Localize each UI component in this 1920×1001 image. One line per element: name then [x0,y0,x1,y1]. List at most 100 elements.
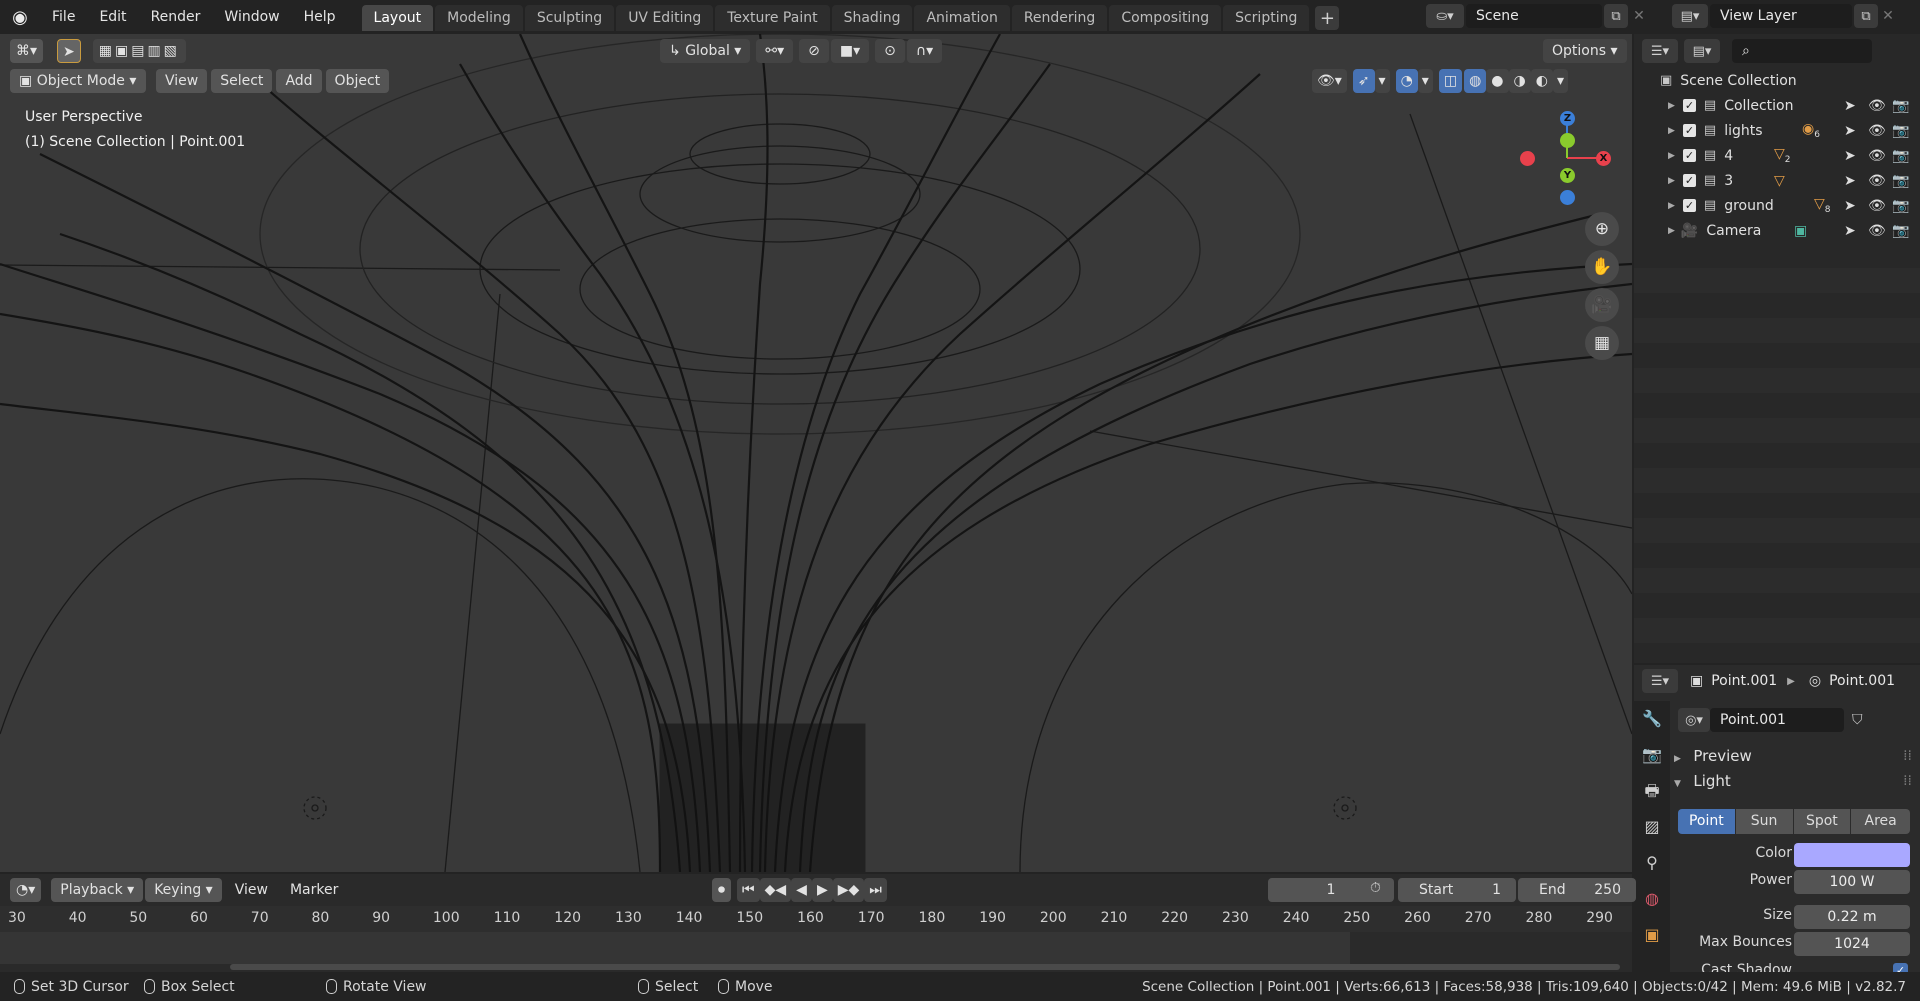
select-restrict-icon[interactable]: ➤ [1844,198,1856,214]
timeline-editor-type-icon[interactable]: ◔▾ [10,878,42,902]
shading-dropdown-icon[interactable]: ▾ [1552,69,1568,93]
view-layer-icon[interactable]: ▤▾ [1672,4,1708,28]
timeline-menu-view[interactable]: View [226,878,277,902]
jump-keyframe-forward-icon[interactable]: ▶◆ [832,878,865,902]
visibility-eye-icon[interactable]: 👁 [1868,98,1886,114]
render-camera-icon[interactable]: 📷 [1892,173,1909,189]
tab-scripting[interactable]: Scripting [1223,5,1310,31]
gizmo-z-axis[interactable]: Z [1560,111,1575,126]
visibility-eye-icon[interactable]: 👁 [1868,223,1886,239]
visibility-icon[interactable]: 👁▾ [1312,69,1347,93]
select-restrict-icon[interactable]: ➤ [1844,148,1856,164]
remove-scene-icon[interactable]: ✕ [1628,8,1650,24]
render-tab-icon[interactable]: 📷 [1634,737,1670,773]
light-datablock-icon[interactable]: ◎▾ [1678,708,1710,732]
proportional-editing-icon[interactable]: ⊙ [875,39,905,63]
end-frame-field[interactable]: End 250 [1518,878,1636,902]
jump-keyframe-back-icon[interactable]: ◆◀ [759,878,792,902]
solid-shading-icon[interactable]: ● [1486,69,1509,93]
expand-arrow-icon[interactable]: ▶ [1668,201,1675,211]
visibility-eye-icon[interactable]: 👁 [1868,123,1886,139]
gizmo-z-neg-axis[interactable] [1560,190,1575,205]
light-panel-header[interactable]: ▼ Light ⁞⁞ [1674,768,1920,794]
select-restrict-icon[interactable]: ➤ [1844,173,1856,189]
preview-range-icon[interactable]: ⏱ [1370,880,1381,896]
selection-mode-icons[interactable]: ▦▣▤▥▧ [92,39,186,63]
timeline-scrollbar[interactable] [230,964,1620,970]
exclude-checkbox[interactable]: ✓ [1682,149,1696,162]
pivot-point-icon[interactable]: ⚯▾ [756,39,794,63]
object-tab-icon[interactable]: ▣ [1634,917,1670,953]
menu-window[interactable]: Window [212,0,291,34]
menu-help[interactable]: Help [292,0,348,34]
drag-handle-icon[interactable]: ⁞⁞ [1903,743,1912,769]
overlay-dropdown-icon[interactable]: ▾ [1417,69,1433,93]
expand-arrow-icon[interactable]: ▶ [1668,126,1675,136]
scene-tab-icon[interactable]: ⚲ [1634,845,1670,881]
properties-editor-type-icon[interactable]: ☰▾ [1642,669,1678,693]
exclude-checkbox[interactable]: ✓ [1682,99,1696,112]
tab-modeling[interactable]: Modeling [435,5,523,31]
tab-compositing[interactable]: Compositing [1109,5,1222,31]
camera-view-icon[interactable]: 🎥 [1585,288,1619,322]
gizmo-x-neg-axis[interactable] [1520,151,1535,166]
scene-name-field[interactable]: Scene [1466,4,1602,28]
wireframe-scene[interactable] [0,34,1632,872]
outliner-item-collection[interactable]: ▶ ✓ ▤ Collection ➤ 👁 📷 [1634,93,1920,118]
add-workspace-button[interactable]: + [1315,6,1340,30]
light-type-sun[interactable]: Sun [1735,809,1793,834]
world-tab-icon[interactable]: ◍ [1634,881,1670,917]
menu-file[interactable]: File [40,0,87,34]
editor-type-icon[interactable]: ⌘▾ [10,39,44,63]
object-mode-dropdown[interactable]: ▣ Object Mode ▾ [10,69,146,93]
render-camera-icon[interactable]: 📷 [1892,198,1909,214]
exclude-checkbox[interactable]: ✓ [1682,199,1696,212]
tab-animation[interactable]: Animation [914,5,1010,31]
timeline-menu-marker[interactable]: Marker [281,878,347,902]
menu-view[interactable]: View [156,69,208,93]
menu-edit[interactable]: Edit [87,0,138,34]
preview-panel-header[interactable]: ▶ Preview ⁞⁞ [1674,743,1920,769]
menu-render[interactable]: Render [139,0,213,34]
gizmo-dropdown-icon[interactable]: ▾ [1374,69,1390,93]
new-view-layer-icon[interactable]: ⧉ [1854,4,1878,28]
drag-handle-icon[interactable]: ⁞⁞ [1903,768,1912,794]
ortho-toggle-icon[interactable]: ▦ [1585,326,1619,360]
tab-uv-editing[interactable]: UV Editing [616,5,714,31]
playback-dropdown[interactable]: Playback ▾ [51,878,144,902]
size-field[interactable]: 0.22 m [1794,905,1910,929]
options-dropdown[interactable]: Options ▾ [1543,39,1627,63]
select-restrict-icon[interactable]: ➤ [1844,98,1856,114]
select-tool-icon[interactable]: ➤ [57,39,81,63]
tab-rendering[interactable]: Rendering [1011,5,1108,31]
cast-shadow-checkbox[interactable]: ✓ [1893,963,1908,972]
max-bounces-field[interactable]: 1024 [1794,932,1910,956]
exclude-checkbox[interactable]: ✓ [1682,124,1696,137]
tab-texture-paint[interactable]: Texture Paint [715,5,830,31]
menu-add[interactable]: Add [276,69,322,93]
snap-target-icon[interactable]: ■▾ [830,39,870,63]
render-camera-icon[interactable]: 📷 [1892,223,1909,239]
gizmo-y-axis[interactable]: Y [1560,168,1575,183]
overlay-toggle-icon[interactable]: ◔ [1395,69,1418,93]
output-tab-icon[interactable]: 🖶 [1634,773,1670,809]
3d-viewport[interactable]: ⌘▾ ➤ ▦▣▤▥▧ ↳ Global ▾ ⚯▾ ⊘ ■▾ ⊙ ∩▾ Optio… [0,34,1632,872]
render-camera-icon[interactable]: 📷 [1892,123,1909,139]
outliner-item-camera[interactable]: ▶ 🎥 Camera ▣ ➤ 👁 📷 [1634,218,1920,243]
light-type-point[interactable]: Point [1678,809,1735,834]
play-icon[interactable]: ▶ [811,878,833,902]
tool-tab-icon[interactable]: 🔧 [1634,701,1670,737]
render-camera-icon[interactable]: 📷 [1892,148,1909,164]
expand-arrow-icon[interactable]: ▶ [1668,226,1675,236]
tab-shading[interactable]: Shading [831,5,913,31]
light-datablock-name[interactable]: Point.001 [1710,708,1844,732]
outliner-item-ground[interactable]: ▶ ✓ ▤ ground ▽8 ➤ 👁 📷 [1634,193,1920,218]
menu-object[interactable]: Object [325,69,390,93]
visibility-eye-icon[interactable]: 👁 [1868,173,1886,189]
remove-view-layer-icon[interactable]: ✕ [1878,8,1898,24]
scene-collection-row[interactable]: ▣ Scene Collection [1634,68,1920,93]
light-type-area[interactable]: Area [1851,809,1910,834]
rendered-shading-icon[interactable]: ◐ [1530,69,1553,93]
falloff-icon[interactable]: ∩▾ [906,39,943,63]
jump-start-icon[interactable]: ⏮ [737,878,760,902]
